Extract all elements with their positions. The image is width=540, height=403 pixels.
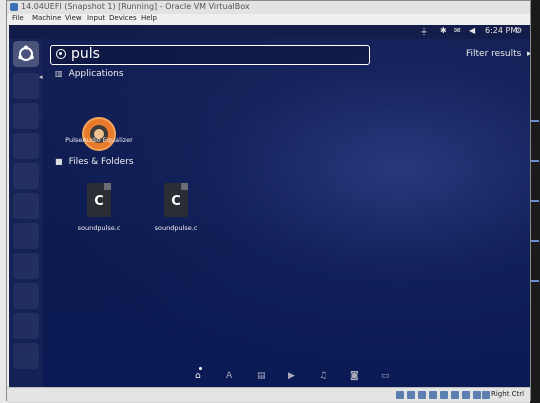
launcher-item[interactable] — [13, 253, 39, 279]
dash-search-input[interactable]: puls — [50, 45, 370, 65]
gear-icon[interactable]: ⚙ — [515, 26, 522, 35]
unity-top-panel: ⏚ ✱ ✉ ◀ 6:24 PM ⚙ — [9, 25, 530, 39]
volume-icon[interactable]: ◀ — [469, 26, 475, 35]
network-adapter-icon[interactable] — [429, 391, 437, 399]
files-lens-icon[interactable]: ▤ — [257, 371, 266, 381]
category-label: Files & Folders — [68, 157, 134, 167]
shared-folder-icon[interactable] — [440, 391, 448, 399]
mail-icon[interactable]: ✉ — [454, 26, 461, 35]
launcher-item[interactable] — [13, 103, 39, 129]
c-glyph: C — [171, 194, 181, 209]
filter-results-button[interactable]: Filter results ▸ — [466, 49, 530, 59]
photos-lens-icon[interactable]: ◙ — [350, 371, 359, 381]
file-result-soundpulse[interactable]: soundpulse.c — [141, 224, 211, 232]
active-lens-indicator — [199, 367, 202, 370]
lens-bar: ⌂ A ▤ ▶ ♫ ◙ ▭ — [9, 365, 530, 387]
menu-devices[interactable]: Devices — [109, 14, 137, 22]
search-icon — [56, 49, 66, 59]
menu-view[interactable]: View — [65, 14, 82, 22]
hdd-icon[interactable] — [396, 391, 404, 399]
file-icon: ■ — [55, 157, 63, 166]
filter-results-label: Filter results — [466, 49, 522, 59]
video-lens-icon[interactable]: ▶ — [288, 371, 295, 381]
launcher-item[interactable] — [13, 163, 39, 189]
display-icon[interactable] — [451, 391, 459, 399]
keyboard-icon[interactable] — [482, 391, 490, 399]
c-file-icon[interactable]: C — [164, 183, 188, 217]
launcher-item[interactable] — [13, 223, 39, 249]
launcher-item[interactable] — [13, 313, 39, 339]
chevron-right-icon: ▸ — [527, 49, 530, 59]
launcher-item[interactable] — [13, 133, 39, 159]
host-desktop-right — [530, 0, 540, 403]
file-result-soundpulse[interactable]: soundpulse.c — [64, 224, 134, 232]
pulseaudio-icon[interactable] — [82, 117, 116, 151]
launcher-item[interactable] — [13, 193, 39, 219]
vbox-statusbar: Right Ctrl — [7, 387, 530, 402]
menu-file[interactable]: File — [12, 14, 24, 22]
menu-input[interactable]: Input — [87, 14, 105, 22]
launcher-item[interactable] — [13, 283, 39, 309]
active-arrow-icon: ◂ — [39, 73, 43, 81]
virtualbox-window: 14.04UEFI (Snapshot 1) [Running] - Oracl… — [6, 0, 531, 402]
category-label: Applications — [68, 69, 124, 79]
guest-screen[interactable]: ⏚ ✱ ✉ ◀ 6:24 PM ⚙ ◂ puls Filter results … — [9, 25, 530, 387]
capture-icon[interactable] — [462, 391, 470, 399]
category-applications[interactable]: ▥ Applications — [55, 69, 124, 79]
menubar: File Machine View Input Devices Help — [7, 14, 530, 25]
window-title: 14.04UEFI (Snapshot 1) [Running] - Oracl… — [21, 2, 250, 11]
music-lens-icon[interactable]: ♫ — [319, 371, 327, 381]
app-pulseaudio-equalizer[interactable]: PulseAudio Equalizer — [59, 136, 139, 144]
usb-icon[interactable] — [418, 391, 426, 399]
home-lens-icon[interactable]: ⌂ — [195, 371, 201, 381]
menu-machine[interactable]: Machine — [32, 14, 61, 22]
ubuntu-logo-icon — [18, 45, 34, 61]
clock[interactable]: 6:24 PM — [485, 26, 517, 35]
menu-help[interactable]: Help — [141, 14, 157, 22]
grid-icon: ▥ — [55, 69, 63, 78]
window-titlebar[interactable]: 14.04UEFI (Snapshot 1) [Running] - Oracl… — [7, 1, 530, 15]
c-file-icon[interactable]: C — [87, 183, 111, 217]
launcher-item[interactable] — [13, 73, 39, 99]
social-lens-icon[interactable]: ▭ — [381, 371, 390, 381]
mouse-integration-icon[interactable] — [473, 391, 481, 399]
search-text: puls — [71, 46, 100, 62]
apps-lens-icon[interactable]: A — [226, 371, 232, 381]
optical-drive-icon[interactable] — [407, 391, 415, 399]
dash-home-button[interactable] — [13, 41, 39, 67]
bluetooth-icon[interactable]: ✱ — [440, 26, 447, 35]
category-files-folders[interactable]: ■ Files & Folders — [55, 157, 134, 167]
host-key-label: Right Ctrl — [491, 390, 525, 398]
network-icon[interactable]: ⏚ — [420, 26, 428, 37]
unity-launcher: ◂ — [9, 39, 43, 387]
virtualbox-icon — [10, 3, 18, 11]
c-glyph: C — [94, 194, 104, 209]
